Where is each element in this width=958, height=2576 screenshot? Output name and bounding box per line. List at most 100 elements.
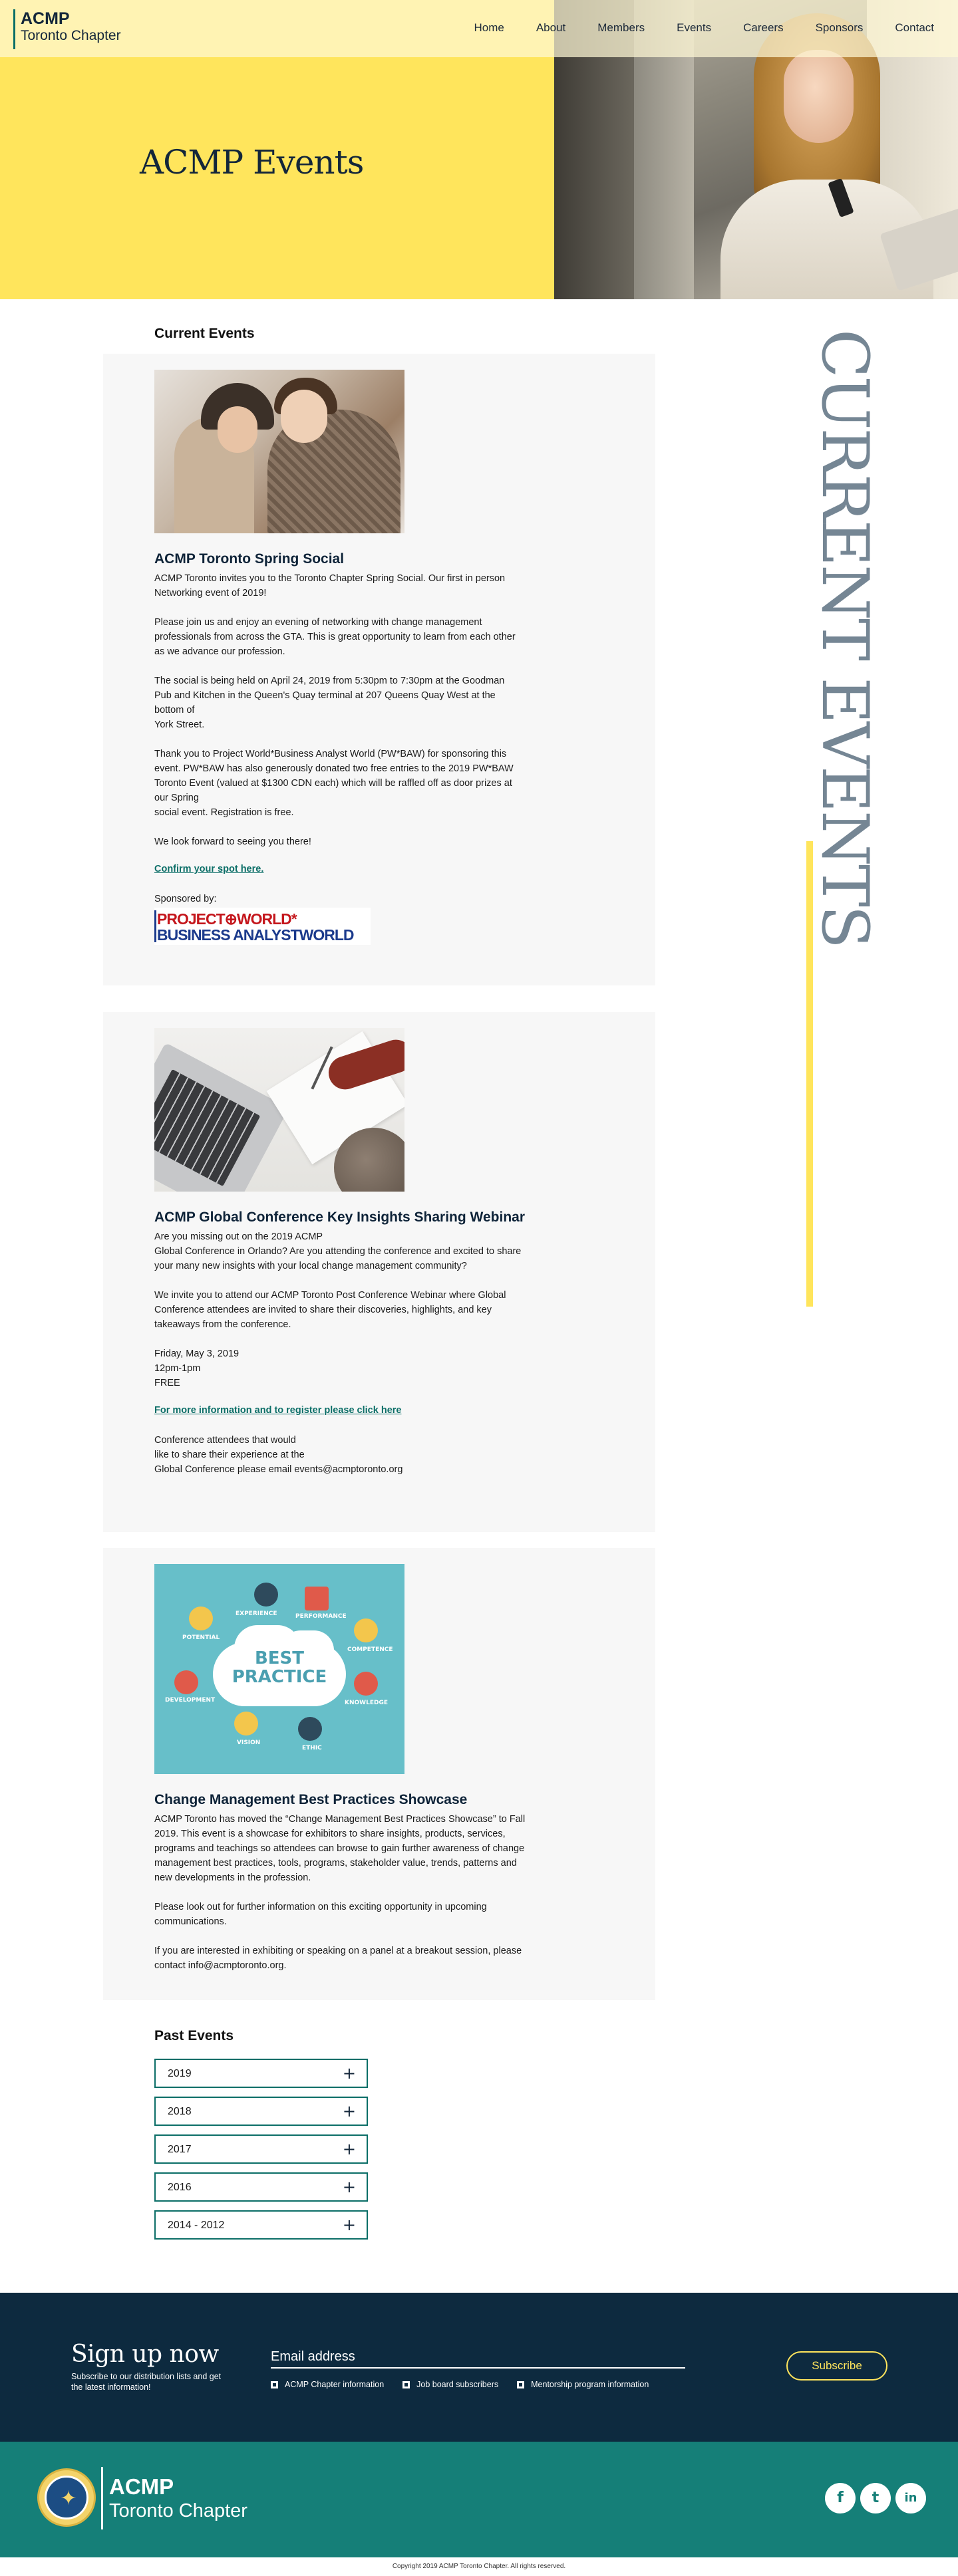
logo-subtitle: Toronto Chapter xyxy=(21,28,121,43)
side-heading-wrapper: CURRENT EVENTS xyxy=(808,329,882,947)
plus-icon[interactable]: + xyxy=(343,2140,356,2158)
footer-divider xyxy=(101,2467,103,2529)
event-paragraph: Conference attendees that would like to … xyxy=(154,1435,403,1475)
event-image-webinar xyxy=(154,1028,404,1192)
label-potential: POTENTIAL xyxy=(182,1634,220,1641)
copyright-text: Copyright 2019 ACMP Toronto Chapter. All… xyxy=(392,2563,566,2570)
past-events-2016[interactable]: 2016 + xyxy=(154,2172,368,2202)
hero-banner: ACMP Toronto Chapter Home About Members … xyxy=(0,0,958,299)
event-paragraph: We invite you to attend our ACMP Toronto… xyxy=(154,1290,506,1330)
sponsor-logo[interactable]: PROJECT⊕WORLD* BUSINESS ANALYSTWORLD xyxy=(154,908,371,945)
current-events-heading: Current Events xyxy=(154,326,255,341)
top-navigation-bar: ACMP Toronto Chapter Home About Members … xyxy=(0,0,958,57)
twitter-icon[interactable]: t xyxy=(860,2483,891,2513)
past-events-2019[interactable]: 2019 + xyxy=(154,2059,368,2088)
event-paragraph: If you are interested in exhibiting or s… xyxy=(154,1946,522,1971)
speech-bubble-icon xyxy=(354,1672,378,1696)
side-heading: CURRENT EVENTS xyxy=(808,329,882,947)
past-events-2018[interactable]: 2018 + xyxy=(154,2097,368,2126)
nav-contact[interactable]: Contact xyxy=(895,21,934,35)
checkbox[interactable] xyxy=(517,2381,525,2388)
bar-chart-icon xyxy=(305,1587,329,1610)
linkedin-icon[interactable]: in xyxy=(895,2483,926,2513)
facebook-icon[interactable]: f xyxy=(825,2483,856,2513)
nav-home[interactable]: Home xyxy=(474,21,504,35)
nav-members[interactable]: Members xyxy=(597,21,645,35)
eye-icon xyxy=(234,1712,258,1736)
site-logo[interactable]: ACMP Toronto Chapter xyxy=(13,9,121,49)
option-label: Job board subscribers xyxy=(416,2380,499,2389)
event-title: Change Management Best Practices Showcas… xyxy=(154,1792,468,1807)
accordion-label: 2019 xyxy=(168,2068,192,2079)
accordion-label: 2014 - 2012 xyxy=(168,2220,225,2231)
event-card-best-practices: BEST PRACTICE EXPERIENCE PERFORMANCE POT… xyxy=(103,1548,655,2000)
label-ethic: ETHIC xyxy=(302,1745,322,1751)
past-events-heading: Past Events xyxy=(154,2028,234,2043)
footer-org-name: ACMP xyxy=(109,2474,174,2499)
label-performance: PERFORMANCE xyxy=(295,1613,347,1620)
plus-icon[interactable]: + xyxy=(343,2102,356,2121)
event-paragraph: Are you missing out on the 2019 ACMP Glo… xyxy=(154,1231,522,1271)
accordion-label: 2017 xyxy=(168,2144,192,2155)
lightbulb-icon xyxy=(189,1607,213,1630)
plus-icon[interactable]: + xyxy=(343,2216,356,2234)
side-accent-bar xyxy=(806,841,813,1307)
option-chapter-info[interactable]: ACMP Chapter information xyxy=(271,2380,384,2389)
email-field[interactable] xyxy=(271,2346,685,2369)
checkbox[interactable] xyxy=(402,2381,410,2388)
accordion-label: 2016 xyxy=(168,2182,192,2193)
event-image-social xyxy=(154,370,404,533)
target-icon xyxy=(254,1583,278,1607)
past-events-2014-2012[interactable]: 2014 - 2012 + xyxy=(154,2210,368,2240)
event-image-best-practice: BEST PRACTICE EXPERIENCE PERFORMANCE POT… xyxy=(154,1564,404,1774)
sponsored-by-label: Sponsored by: xyxy=(154,894,217,904)
nav-careers[interactable]: Careers xyxy=(743,21,783,35)
past-events-2017[interactable]: 2017 + xyxy=(154,2134,368,2164)
event-card-webinar: ACMP Global Conference Key Insights Shar… xyxy=(103,1012,655,1532)
accordion-label: 2018 xyxy=(168,2106,192,2117)
chapter-seal-logo: ✦ xyxy=(37,2468,96,2527)
sponsor-logo-line2: BUSINESS ANALYSTWORLD xyxy=(157,926,354,944)
best-practice-line2: PRACTICE xyxy=(232,1667,327,1687)
event-paragraph: The social is being held on April 24, 20… xyxy=(154,676,505,730)
copyright-bar: Copyright 2019 ACMP Toronto Chapter. All… xyxy=(0,2557,958,2576)
runner-icon xyxy=(354,1618,378,1642)
page-title: ACMP Events xyxy=(140,143,364,182)
best-practice-line1: BEST xyxy=(254,1648,305,1668)
confirm-spot-link[interactable]: Confirm your spot here. xyxy=(154,864,560,874)
plus-icon[interactable]: + xyxy=(343,2064,356,2083)
event-card-spring-social: ACMP Toronto Spring Social ACMP Toronto … xyxy=(103,354,655,985)
checkmark-icon xyxy=(298,1717,322,1741)
signup-title: Sign up now xyxy=(71,2341,219,2368)
event-paragraph: Please join us and enjoy an evening of n… xyxy=(154,617,516,657)
main-nav: Home About Members Events Careers Sponso… xyxy=(442,21,934,35)
event-paragraph: We look forward to seeing you there! xyxy=(154,837,311,847)
option-label: ACMP Chapter information xyxy=(285,2380,385,2389)
option-job-board[interactable]: Job board subscribers xyxy=(402,2380,498,2389)
label-development: DEVELOPMENT xyxy=(165,1697,216,1704)
label-competence: COMPETENCE xyxy=(347,1646,393,1653)
subscribe-button[interactable]: Subscribe xyxy=(786,2351,887,2381)
label-experience: EXPERIENCE xyxy=(236,1610,277,1617)
subscription-options: ACMP Chapter information Job board subsc… xyxy=(271,2380,667,2389)
signup-subtitle: Subscribe to our distribution lists and … xyxy=(71,2372,222,2392)
event-paragraph: ACMP Toronto has moved the “Change Manag… xyxy=(154,1814,526,1883)
event-paragraph: Thank you to Project World*Business Anal… xyxy=(154,749,514,818)
nav-events[interactable]: Events xyxy=(677,21,711,35)
option-mentorship[interactable]: Mentorship program information xyxy=(517,2380,649,2389)
gears-icon xyxy=(174,1670,198,1694)
event-title: ACMP Toronto Spring Social xyxy=(154,551,345,567)
option-label: Mentorship program information xyxy=(531,2380,649,2389)
label-knowledge: KNOWLEDGE xyxy=(345,1700,388,1706)
footer: ✦ ACMP Toronto Chapter f t in xyxy=(0,2442,958,2557)
label-vision: VISION xyxy=(237,1739,261,1746)
seal-emblem-icon: ✦ xyxy=(60,2488,77,2510)
checkbox[interactable] xyxy=(271,2381,278,2388)
plus-icon[interactable]: + xyxy=(343,2178,356,2196)
logo-title: ACMP xyxy=(21,9,70,28)
nav-about[interactable]: About xyxy=(536,21,565,35)
sponsor-logo-line1: PROJECT⊕WORLD* xyxy=(157,910,297,928)
event-title: ACMP Global Conference Key Insights Shar… xyxy=(154,1210,525,1225)
nav-sponsors[interactable]: Sponsors xyxy=(816,21,864,35)
register-webinar-link[interactable]: For more information and to register ple… xyxy=(154,1405,560,1416)
